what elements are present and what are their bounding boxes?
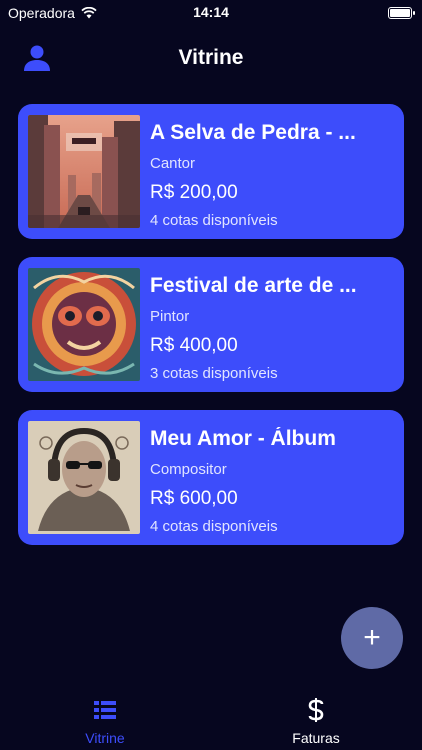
- product-card[interactable]: Meu Amor - Álbum Compositor R$ 600,00 4 …: [18, 410, 404, 545]
- plus-icon: +: [363, 621, 381, 654]
- card-image-headphones-portrait: [28, 421, 140, 534]
- list-icon: [94, 701, 116, 719]
- card-price: R$ 200,00: [150, 182, 238, 203]
- battery-icon: [388, 7, 415, 19]
- card-quota: 4 cotas disponíveis: [150, 518, 278, 534]
- card-price: R$ 400,00: [150, 335, 238, 356]
- tab-label: Faturas: [292, 730, 340, 746]
- card-title: Meu Amor - Álbum: [150, 427, 336, 450]
- card-image-city: [28, 115, 140, 228]
- dollar-icon: [308, 698, 324, 722]
- card-title: A Selva de Pedra - ...: [150, 121, 356, 144]
- card-quota: 4 cotas disponíveis: [150, 212, 278, 228]
- status-time: 14:14: [193, 4, 229, 20]
- tab-bar: Vitrine Faturas: [0, 690, 422, 750]
- card-info: Festival de arte de ... Pintor R$ 400,00…: [150, 268, 370, 381]
- card-info: A Selva de Pedra - ... Cantor R$ 200,00 …: [150, 115, 370, 228]
- carrier-label: Operadora: [8, 5, 75, 21]
- page-title: Vitrine: [178, 46, 244, 69]
- status-bar: Operadora 14:14: [0, 0, 422, 26]
- card-info: Meu Amor - Álbum Compositor R$ 600,00 4 …: [150, 421, 370, 534]
- card-role: Pintor: [150, 308, 190, 325]
- card-image-psychedelic-art: [28, 268, 140, 381]
- wifi-icon: [81, 7, 97, 19]
- tab-faturas[interactable]: Faturas: [266, 698, 366, 746]
- card-quota: 3 cotas disponíveis: [150, 365, 278, 381]
- tab-vitrine[interactable]: Vitrine: [55, 698, 155, 746]
- card-role: Compositor: [150, 461, 227, 478]
- product-card[interactable]: Festival de arte de ... Pintor R$ 400,00…: [18, 257, 404, 392]
- card-title: Festival de arte de ...: [150, 274, 357, 297]
- product-card[interactable]: A Selva de Pedra - ... Cantor R$ 200,00 …: [18, 104, 404, 239]
- status-left: Operadora: [8, 5, 97, 21]
- card-role: Cantor: [150, 155, 196, 172]
- add-button[interactable]: +: [341, 607, 403, 669]
- card-price: R$ 600,00: [150, 488, 238, 509]
- tab-label: Vitrine: [85, 730, 125, 746]
- header: Vitrine: [0, 36, 422, 80]
